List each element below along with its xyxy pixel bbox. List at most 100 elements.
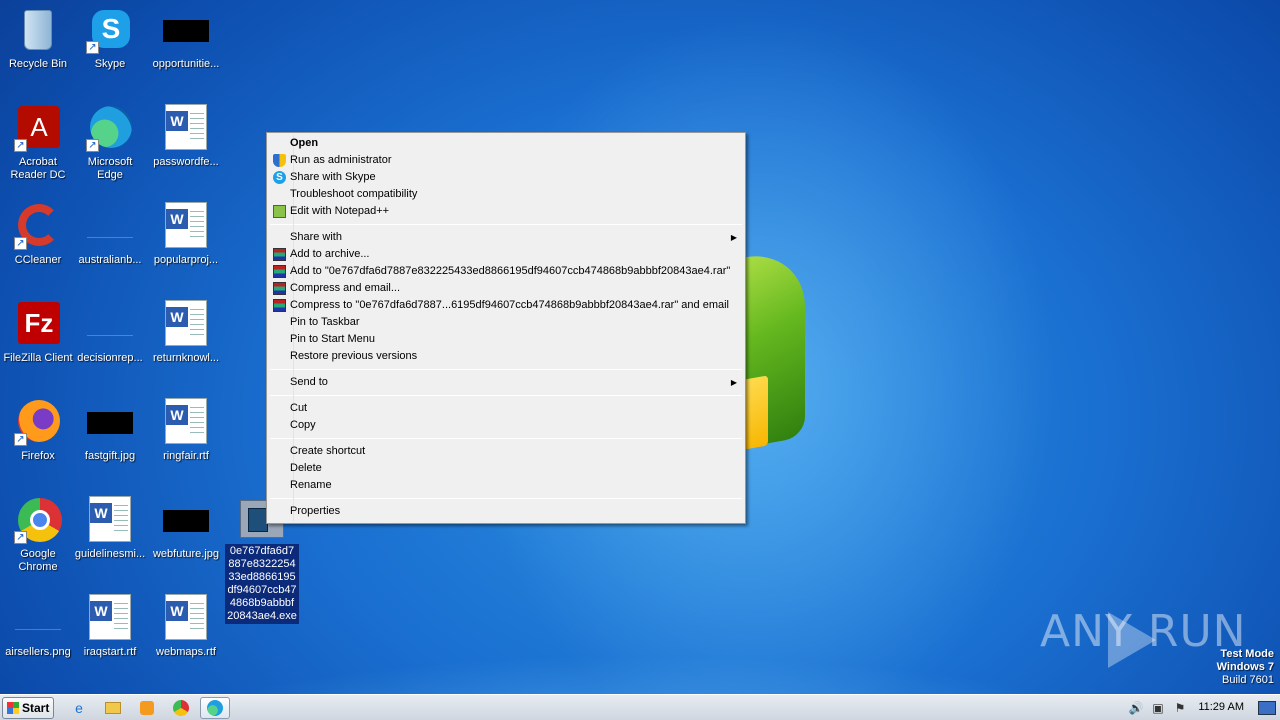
- menu-separator: [270, 438, 742, 439]
- shortcut-arrow-icon: ↗: [86, 41, 99, 54]
- menu-item-share-with[interactable]: Share with ▶: [269, 229, 743, 246]
- icon-label: popularproj...: [153, 254, 219, 266]
- desktop-icon-edge[interactable]: ↗ Microsoft Edge: [72, 104, 148, 182]
- desktop-icon-firefox[interactable]: ↗ Firefox: [0, 398, 76, 463]
- desktop-icon-file[interactable]: fastgift.jpg: [72, 398, 148, 463]
- acrobat-icon: A ↗: [14, 104, 62, 152]
- submenu-arrow-icon: ▶: [730, 233, 737, 242]
- taskbar-edge-icon[interactable]: [200, 697, 230, 719]
- context-menu: Open Run as administrator S Share with Sk…: [266, 132, 746, 524]
- windows-version-label: Windows 7: [1216, 661, 1274, 673]
- menu-item-add-to-rar[interactable]: Add to "0e767dfa6d7887e832225433ed886619…: [269, 263, 743, 280]
- file-thumbnail: [163, 20, 209, 42]
- icon-label: Google Chrome: [18, 548, 58, 573]
- word-document-icon: W: [165, 300, 207, 346]
- action-center-flag-icon[interactable]: ⚑: [1172, 700, 1188, 716]
- menu-item-restore-previous-versions[interactable]: Restore previous versions: [269, 348, 743, 365]
- desktop-icon-file[interactable]: W passwordfe...: [148, 104, 224, 169]
- start-button[interactable]: Start: [2, 697, 54, 719]
- menu-item-edit-with-notepad[interactable]: Edit with Notepad++: [269, 203, 743, 220]
- recycle-bin-icon: [14, 6, 62, 54]
- desktop-icon-recycle-bin[interactable]: Recycle Bin: [0, 6, 76, 71]
- shortcut-arrow-icon: ↗: [14, 433, 27, 446]
- speaker-icon[interactable]: 🔊: [1128, 700, 1144, 716]
- filezilla-icon: Fz: [14, 300, 62, 348]
- build-label: Build 7601: [1222, 674, 1274, 686]
- icon-label: CCleaner: [14, 254, 62, 266]
- shortcut-arrow-icon: ↗: [14, 237, 27, 250]
- desktop-icon-file[interactable]: W iraqstart.rtf: [72, 594, 148, 659]
- icon-label: passwordfe...: [153, 156, 219, 168]
- menu-separator: [270, 395, 742, 396]
- desktop-icon-file[interactable]: W ringfair.rtf: [148, 398, 224, 463]
- icon-label: Acrobat Reader DC: [10, 156, 66, 181]
- desktop-icon-chrome[interactable]: ↗ Google Chrome: [0, 496, 76, 574]
- desktop-icon-ccleaner[interactable]: ↗ CCleaner: [0, 202, 76, 267]
- desktop-icon-file[interactable]: opportunitie...: [148, 6, 224, 71]
- desktop-icon-file[interactable]: W returnknowl...: [148, 300, 224, 365]
- desktop-icon-file[interactable]: australianb...: [72, 202, 148, 267]
- menu-item-cut[interactable]: Cut: [269, 400, 743, 417]
- menu-item-rename[interactable]: Rename: [269, 477, 743, 494]
- taskbar-internet-explorer-icon[interactable]: e: [64, 697, 94, 719]
- file-thumbnail: [87, 412, 133, 434]
- menu-item-run-as-administrator[interactable]: Run as administrator: [269, 152, 743, 169]
- file-thumbnail: [163, 510, 209, 532]
- icon-label: opportunitie...: [152, 58, 220, 70]
- start-label: Start: [22, 701, 50, 715]
- chrome-icon: ↗: [14, 496, 62, 544]
- menu-item-troubleshoot-compatibility[interactable]: Troubleshoot compatibility: [269, 186, 743, 203]
- desktop-icon-file[interactable]: airsellers.png: [0, 594, 76, 659]
- menu-item-open[interactable]: Open: [269, 135, 743, 152]
- menu-item-pin-to-start-menu[interactable]: Pin to Start Menu: [269, 331, 743, 348]
- menu-item-share-with-skype[interactable]: S Share with Skype: [269, 169, 743, 186]
- taskbar-chrome-icon[interactable]: [166, 697, 196, 719]
- menu-item-pin-to-taskbar[interactable]: Pin to Taskbar: [269, 314, 743, 331]
- menu-item-compress-to-rar-and-email[interactable]: Compress to "0e767dfa6d7887...6195df9460…: [269, 297, 743, 314]
- selected-file-label: 0e767dfa6d7887e832225433ed8866195df94607…: [225, 544, 299, 624]
- menu-item-properties[interactable]: Properties: [269, 503, 743, 520]
- icon-label: webfuture.jpg: [152, 548, 220, 560]
- system-tray: 🔊 ▣ ⚑ 11:29 AM: [1120, 695, 1280, 720]
- icon-label: guidelinesmi...: [74, 548, 146, 560]
- desktop-icon-file[interactable]: W webmaps.rtf: [148, 594, 224, 659]
- taskbar-media-player-icon[interactable]: [132, 697, 162, 719]
- menu-item-delete[interactable]: Delete: [269, 460, 743, 477]
- network-icon[interactable]: ▣: [1150, 700, 1166, 716]
- word-document-icon: W: [89, 594, 131, 640]
- menu-item-create-shortcut[interactable]: Create shortcut: [269, 443, 743, 460]
- windows-logo-icon: [7, 702, 19, 714]
- taskbar-explorer-icon[interactable]: [98, 697, 128, 719]
- desktop-icon-file[interactable]: W guidelinesmi...: [72, 496, 148, 561]
- menu-separator: [270, 498, 742, 499]
- menu-item-copy[interactable]: Copy: [269, 417, 743, 434]
- desktop-icon-filezilla[interactable]: Fz FileZilla Client: [0, 300, 76, 365]
- desktop-icon-file[interactable]: webfuture.jpg: [148, 496, 224, 561]
- icon-label: returnknowl...: [152, 352, 220, 364]
- desktop-icon-skype[interactable]: S ↗ Skype: [72, 6, 148, 71]
- anyrun-watermark: ANY RUN: [1040, 606, 1247, 657]
- clock[interactable]: 11:29 AM: [1198, 701, 1244, 713]
- desktop-icon-file[interactable]: decisionrep...: [72, 300, 148, 365]
- menu-item-send-to[interactable]: Send to ▶: [269, 374, 743, 391]
- icon-label: australianb...: [78, 254, 142, 266]
- icon-label: Recycle Bin: [8, 58, 68, 70]
- skype-icon: S: [273, 171, 286, 184]
- file-thumbnail: [87, 314, 133, 336]
- skype-icon: S ↗: [86, 6, 134, 54]
- show-desktop-icon[interactable]: [1258, 701, 1276, 715]
- shortcut-arrow-icon: ↗: [14, 139, 27, 152]
- ccleaner-icon: ↗: [14, 202, 62, 250]
- winrar-icon: [273, 282, 286, 295]
- word-document-icon: W: [165, 594, 207, 640]
- submenu-arrow-icon: ▶: [730, 378, 737, 387]
- shortcut-arrow-icon: ↗: [14, 531, 27, 544]
- icon-label: ringfair.rtf: [163, 450, 209, 462]
- desktop-icon-acrobat[interactable]: A ↗ Acrobat Reader DC: [0, 104, 76, 182]
- icon-label: decisionrep...: [77, 352, 143, 364]
- menu-item-add-to-archive[interactable]: Add to archive...: [269, 246, 743, 263]
- menu-separator: [270, 369, 742, 370]
- menu-item-compress-and-email[interactable]: Compress and email...: [269, 280, 743, 297]
- icon-label: Skype: [94, 58, 126, 70]
- desktop-icon-file[interactable]: W popularproj...: [148, 202, 224, 267]
